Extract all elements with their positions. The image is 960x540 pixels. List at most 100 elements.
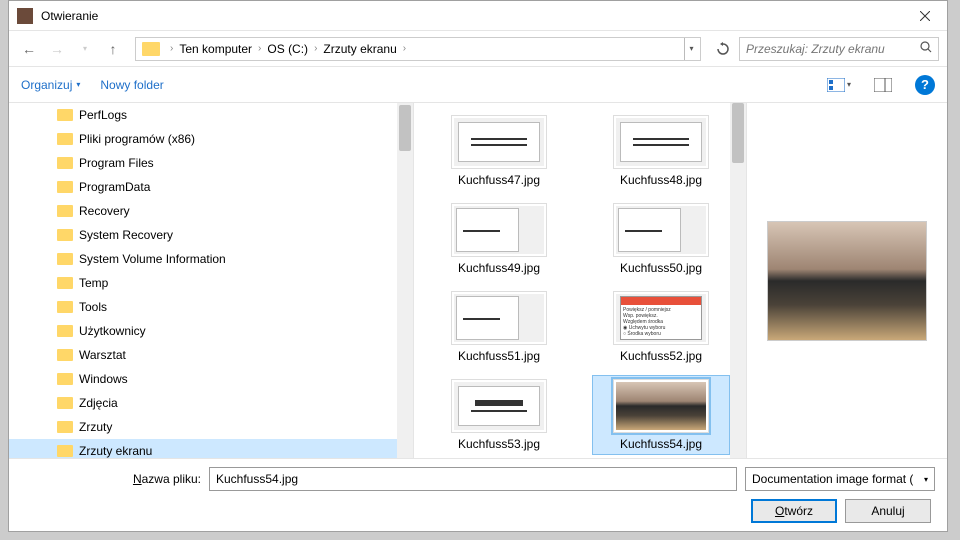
recent-dropdown[interactable]: ▾ — [73, 37, 97, 61]
folder-icon — [57, 253, 73, 265]
body: PerfLogsPliki programów (x86) Program Fil… — [9, 103, 947, 458]
preview-pane-button[interactable] — [871, 73, 895, 97]
tree-item[interactable]: Użytkownicy — [9, 319, 413, 343]
chevron-down-icon: ▾ — [924, 475, 928, 484]
tree-list[interactable]: PerfLogsPliki programów (x86) Program Fil… — [9, 103, 413, 458]
tree-item-label: System Volume Information — [79, 252, 226, 266]
file-grid[interactable]: Kuchfuss47.jpg Kuchfuss48.jpg Kuchfuss49.j… — [430, 111, 730, 455]
breadcrumb-folder[interactable]: Zrzuty ekranu — [323, 42, 396, 56]
file-label: Kuchfuss50.jpg — [620, 261, 702, 275]
file-thumbnail — [613, 115, 709, 169]
filename-label: Nazwa pliku: — [21, 472, 201, 486]
organize-menu[interactable]: Organizuj ▾ — [21, 78, 80, 92]
file-label: Kuchfuss52.jpg — [620, 349, 702, 363]
breadcrumb[interactable]: › Ten komputer › OS (C:) › Zrzuty ekranu… — [135, 37, 701, 61]
file-open-dialog: Otwieranie ← → ▾ ↑ › Ten komputer › OS (… — [8, 0, 948, 532]
folder-icon — [57, 397, 73, 409]
search-input[interactable] — [746, 42, 920, 56]
search-icon — [920, 41, 932, 56]
tree-item[interactable]: Windows — [9, 367, 413, 391]
refresh-button[interactable] — [711, 37, 735, 61]
file-item[interactable]: Kuchfuss47.jpg — [430, 111, 568, 191]
folder-icon — [57, 349, 73, 361]
folder-icon — [57, 301, 73, 313]
folder-icon — [57, 373, 73, 385]
file-type-select[interactable]: Documentation image format ( ▾ — [745, 467, 935, 491]
navigation-bar: ← → ▾ ↑ › Ten komputer › OS (C:) › Zrzut… — [9, 31, 947, 67]
file-label: Kuchfuss49.jpg — [458, 261, 540, 275]
file-scrollbar[interactable] — [730, 103, 746, 458]
chevron-right-icon: › — [170, 43, 173, 54]
folder-icon — [57, 445, 73, 457]
breadcrumb-dropdown[interactable]: ▾ — [684, 38, 698, 60]
file-type-label: Documentation image format ( — [752, 472, 913, 486]
filename-input[interactable] — [216, 468, 730, 490]
titlebar: Otwieranie — [9, 1, 947, 31]
open-button[interactable]: Otwórz — [751, 499, 837, 523]
file-item[interactable]: Kuchfuss49.jpg — [430, 199, 568, 279]
back-button[interactable]: ← — [17, 37, 41, 61]
view-mode-button[interactable]: ▾ — [827, 73, 851, 97]
breadcrumb-root[interactable]: Ten komputer — [179, 42, 252, 56]
folder-icon — [57, 157, 73, 169]
file-thumbnail — [451, 379, 547, 433]
scrollbar-thumb[interactable] — [732, 103, 744, 163]
tree-item[interactable]: Warsztat — [9, 343, 413, 367]
tree-item-label: Temp — [79, 276, 108, 290]
folder-tree: PerfLogsPliki programów (x86) Program Fil… — [9, 103, 414, 458]
scrollbar-thumb[interactable] — [399, 105, 411, 151]
help-button[interactable]: ? — [915, 75, 935, 95]
tree-item[interactable]: Pliki programów (x86) — [9, 127, 413, 151]
tree-scrollbar[interactable] — [397, 103, 413, 458]
file-list-pane: Kuchfuss47.jpg Kuchfuss48.jpg Kuchfuss49.j… — [414, 103, 747, 458]
tree-item[interactable]: Tools — [9, 295, 413, 319]
breadcrumb-drive[interactable]: OS (C:) — [267, 42, 308, 56]
tree-item-label: Program Files — [79, 156, 154, 170]
folder-icon — [57, 109, 73, 121]
chevron-down-icon: ▾ — [76, 80, 80, 89]
folder-icon — [57, 325, 73, 337]
filename-combobox[interactable] — [209, 467, 737, 491]
tree-item[interactable]: System Volume Information — [9, 247, 413, 271]
search-box[interactable] — [739, 37, 939, 61]
chevron-right-icon: › — [314, 43, 317, 54]
close-button[interactable] — [902, 1, 947, 30]
file-item[interactable]: Kuchfuss51.jpg — [430, 287, 568, 367]
file-thumbnail — [613, 379, 709, 433]
folder-icon — [57, 205, 73, 217]
cancel-button[interactable]: Anuluj — [845, 499, 931, 523]
tree-item-label: ProgramData — [79, 180, 150, 194]
new-folder-button[interactable]: Nowy folder — [100, 78, 163, 92]
tree-item[interactable]: PerfLogs — [9, 103, 413, 127]
tree-item[interactable]: ProgramData — [9, 175, 413, 199]
file-thumbnail — [613, 203, 709, 257]
tree-item[interactable]: Program Files — [9, 151, 413, 175]
tree-item[interactable]: Recovery — [9, 199, 413, 223]
preview-pane-icon — [874, 78, 892, 92]
tree-item[interactable]: Zrzuty — [9, 415, 413, 439]
file-item[interactable]: Kuchfuss50.jpg — [592, 199, 730, 279]
tree-item-label: Recovery — [79, 204, 130, 218]
tree-item[interactable]: Zdjęcia — [9, 391, 413, 415]
file-item[interactable]: Powiększ / pomniejszWsp. powiększ.Względ… — [592, 287, 730, 367]
preview-pane — [747, 103, 947, 458]
organize-label: Organizuj — [21, 78, 72, 92]
close-icon — [920, 11, 930, 21]
file-item[interactable]: Kuchfuss53.jpg — [430, 375, 568, 455]
folder-icon — [57, 277, 73, 289]
file-label: Kuchfuss53.jpg — [458, 437, 540, 451]
forward-button[interactable]: → — [45, 37, 69, 61]
file-item[interactable]: Kuchfuss48.jpg — [592, 111, 730, 191]
file-item[interactable]: Kuchfuss54.jpg — [592, 375, 730, 455]
file-thumbnail — [451, 203, 547, 257]
tree-item-label: System Recovery — [79, 228, 173, 242]
file-label: Kuchfuss48.jpg — [620, 173, 702, 187]
tree-item[interactable]: Zrzuty ekranu — [9, 439, 413, 458]
folder-icon — [57, 229, 73, 241]
up-button[interactable]: ↑ — [101, 37, 125, 61]
file-thumbnail — [451, 115, 547, 169]
folder-icon — [57, 181, 73, 193]
refresh-icon — [716, 42, 730, 56]
tree-item[interactable]: Temp — [9, 271, 413, 295]
tree-item[interactable]: System Recovery — [9, 223, 413, 247]
